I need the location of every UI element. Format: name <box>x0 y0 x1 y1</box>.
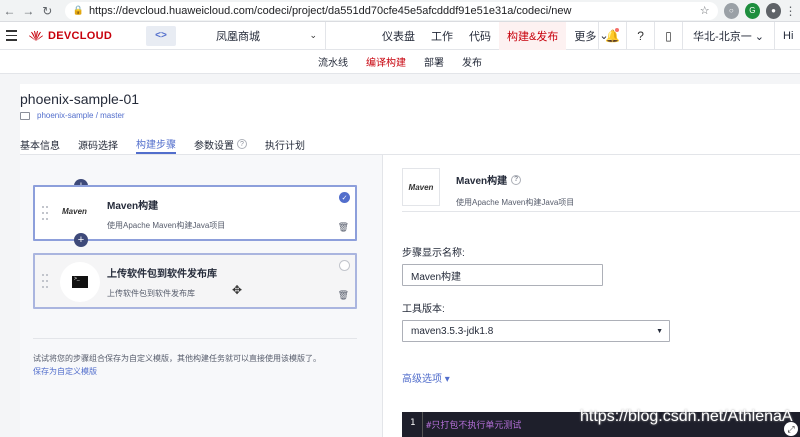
editor-tabs: 基本信息 源码选择 构建步骤 参数设置? 执行计划 <box>20 134 305 154</box>
tab-build-steps[interactable]: 构建步骤 <box>136 134 176 154</box>
sub-navigation: 流水线 编译构建 部署 发布 <box>0 50 800 74</box>
move-cursor-icon: ✥ <box>232 283 243 297</box>
project-name: 凤凰商城 <box>216 30 260 43</box>
subnav-build[interactable]: 编译构建 <box>366 54 406 69</box>
nav-dashboard[interactable]: 仪表盘 <box>374 22 423 50</box>
steps-panel: + Maven Maven构建 使用Apache Maven构建Java项目 ✓… <box>20 155 383 437</box>
terminal-logo: >_ <box>60 262 100 302</box>
maven-logo: Maven <box>402 168 440 206</box>
step-detail-description: 使用Apache Maven构建Java项目 <box>456 198 575 207</box>
nav-work[interactable]: 工作 <box>423 22 461 50</box>
huawei-flower-icon <box>29 30 43 41</box>
browser-toolbar: ← → ↻ 🔒 https://devcloud.huaweicloud.com… <box>0 0 800 22</box>
step-description: 使用Apache Maven构建Java项目 <box>107 221 226 230</box>
tab-schedule[interactable]: 执行计划 <box>265 134 305 154</box>
tab-source[interactable]: 源码选择 <box>78 134 118 154</box>
hamburger-menu-icon[interactable] <box>0 30 22 41</box>
chevron-down-icon: ⌄ <box>309 30 317 40</box>
repo-icon <box>20 111 30 120</box>
select-radio[interactable] <box>339 260 350 271</box>
drag-handle-icon[interactable] <box>42 206 48 222</box>
code-line: #只打包不执行单元测试 <box>426 421 522 431</box>
selected-check-icon[interactable]: ✓ <box>339 192 350 203</box>
step-description: 上传软件包到软件发布库 <box>107 289 195 298</box>
maven-logo: Maven <box>62 207 87 216</box>
terminal-icon: >_ <box>72 276 88 288</box>
delete-icon[interactable]: 🗑 <box>338 290 349 301</box>
tab-parameters[interactable]: 参数设置? <box>194 134 247 154</box>
subnav-pipeline[interactable]: 流水线 <box>318 54 348 69</box>
profile-icon[interactable]: ● <box>765 2 782 19</box>
drag-handle-icon[interactable] <box>42 274 48 290</box>
help-icon[interactable]: ? <box>626 22 654 50</box>
reload-icon[interactable]: ↻ <box>38 1 57 21</box>
subnav-release[interactable]: 发布 <box>462 54 482 69</box>
step-name-input[interactable]: Maven构建 <box>402 264 603 286</box>
lock-icon: 🔒 <box>72 5 84 15</box>
repo-branch[interactable]: phoenix-sample / master <box>20 111 125 120</box>
top-navigation: 仪表盘 工作 代码 构建&发布 更多 ⌄ <box>374 21 617 50</box>
subnav-deploy[interactable]: 部署 <box>424 54 444 69</box>
tool-version-label: 工具版本: <box>402 304 445 315</box>
save-as-template-link[interactable]: 保存为自定义模版 <box>33 366 97 377</box>
user-menu[interactable]: Hi <box>774 22 800 50</box>
app-header: DEVCLOUD <> 凤凰商城 ⌄ 仪表盘 工作 代码 构建&发布 更多 ⌄ … <box>0 21 800 50</box>
step-name-label: 步骤显示名称: <box>402 248 465 259</box>
url-text: https://devcloud.huaweicloud.com/codeci/… <box>88 4 572 17</box>
nav-code[interactable]: 代码 <box>461 22 499 50</box>
caret-down-icon: ▼ <box>656 327 663 335</box>
watermark: https://blog.csdn.net/AthlenaA <box>580 408 793 425</box>
browser-menu-icon[interactable]: ⋮ <box>781 1 800 21</box>
add-step-icon[interactable]: + <box>74 233 88 247</box>
task-title: phoenix-sample-01 <box>20 91 140 107</box>
line-number: 1 <box>410 418 416 428</box>
project-selector[interactable]: 凤凰商城 ⌄ <box>176 21 326 50</box>
address-bar[interactable]: 🔒 https://devcloud.huaweicloud.com/codec… <box>64 1 718 20</box>
step-card-upload[interactable]: >_ 上传软件包到软件发布库 上传软件包到软件发布库 🗑 ✥ <box>33 253 357 309</box>
extension-icon[interactable]: ○ <box>723 2 739 19</box>
nav-build-release[interactable]: 构建&发布 <box>499 21 567 50</box>
huawei-logo[interactable]: DEVCLOUD <box>28 30 114 42</box>
bookmark-star-icon[interactable]: ☆ <box>700 4 710 17</box>
code-project-icon: <> <box>146 25 176 46</box>
template-hint: 试试将您的步骤组合保存为自定义模版，其他构建任务就可以直接使用该模版了。 <box>33 354 321 363</box>
region-selector[interactable]: 华北-北京一 ⌄ <box>682 22 774 50</box>
tool-version-select[interactable]: maven3.5.3-jdk1.8 ▼ <box>402 320 670 342</box>
step-title: 上传软件包到软件发布库 <box>107 269 217 280</box>
forward-icon[interactable]: → <box>19 1 38 21</box>
brand-name: DEVCLOUD <box>48 29 113 42</box>
delete-icon[interactable]: 🗑 <box>338 222 349 233</box>
tab-basic-info[interactable]: 基本信息 <box>20 134 60 154</box>
mobile-icon[interactable]: ▯ <box>654 22 682 50</box>
advanced-options-toggle[interactable]: 高级选项 ▾ <box>402 370 450 385</box>
step-title: Maven构建 <box>107 201 159 212</box>
help-icon[interactable]: ? <box>511 174 522 185</box>
step-detail-title: Maven构建? <box>456 172 522 187</box>
back-icon[interactable]: ← <box>0 1 19 21</box>
build-task-editor: phoenix-sample-01 phoenix-sample / maste… <box>20 84 800 437</box>
extension-g-icon[interactable]: G <box>744 2 760 19</box>
help-icon[interactable]: ? <box>237 139 247 149</box>
notification-bell-icon[interactable]: 🔔 <box>598 22 626 50</box>
